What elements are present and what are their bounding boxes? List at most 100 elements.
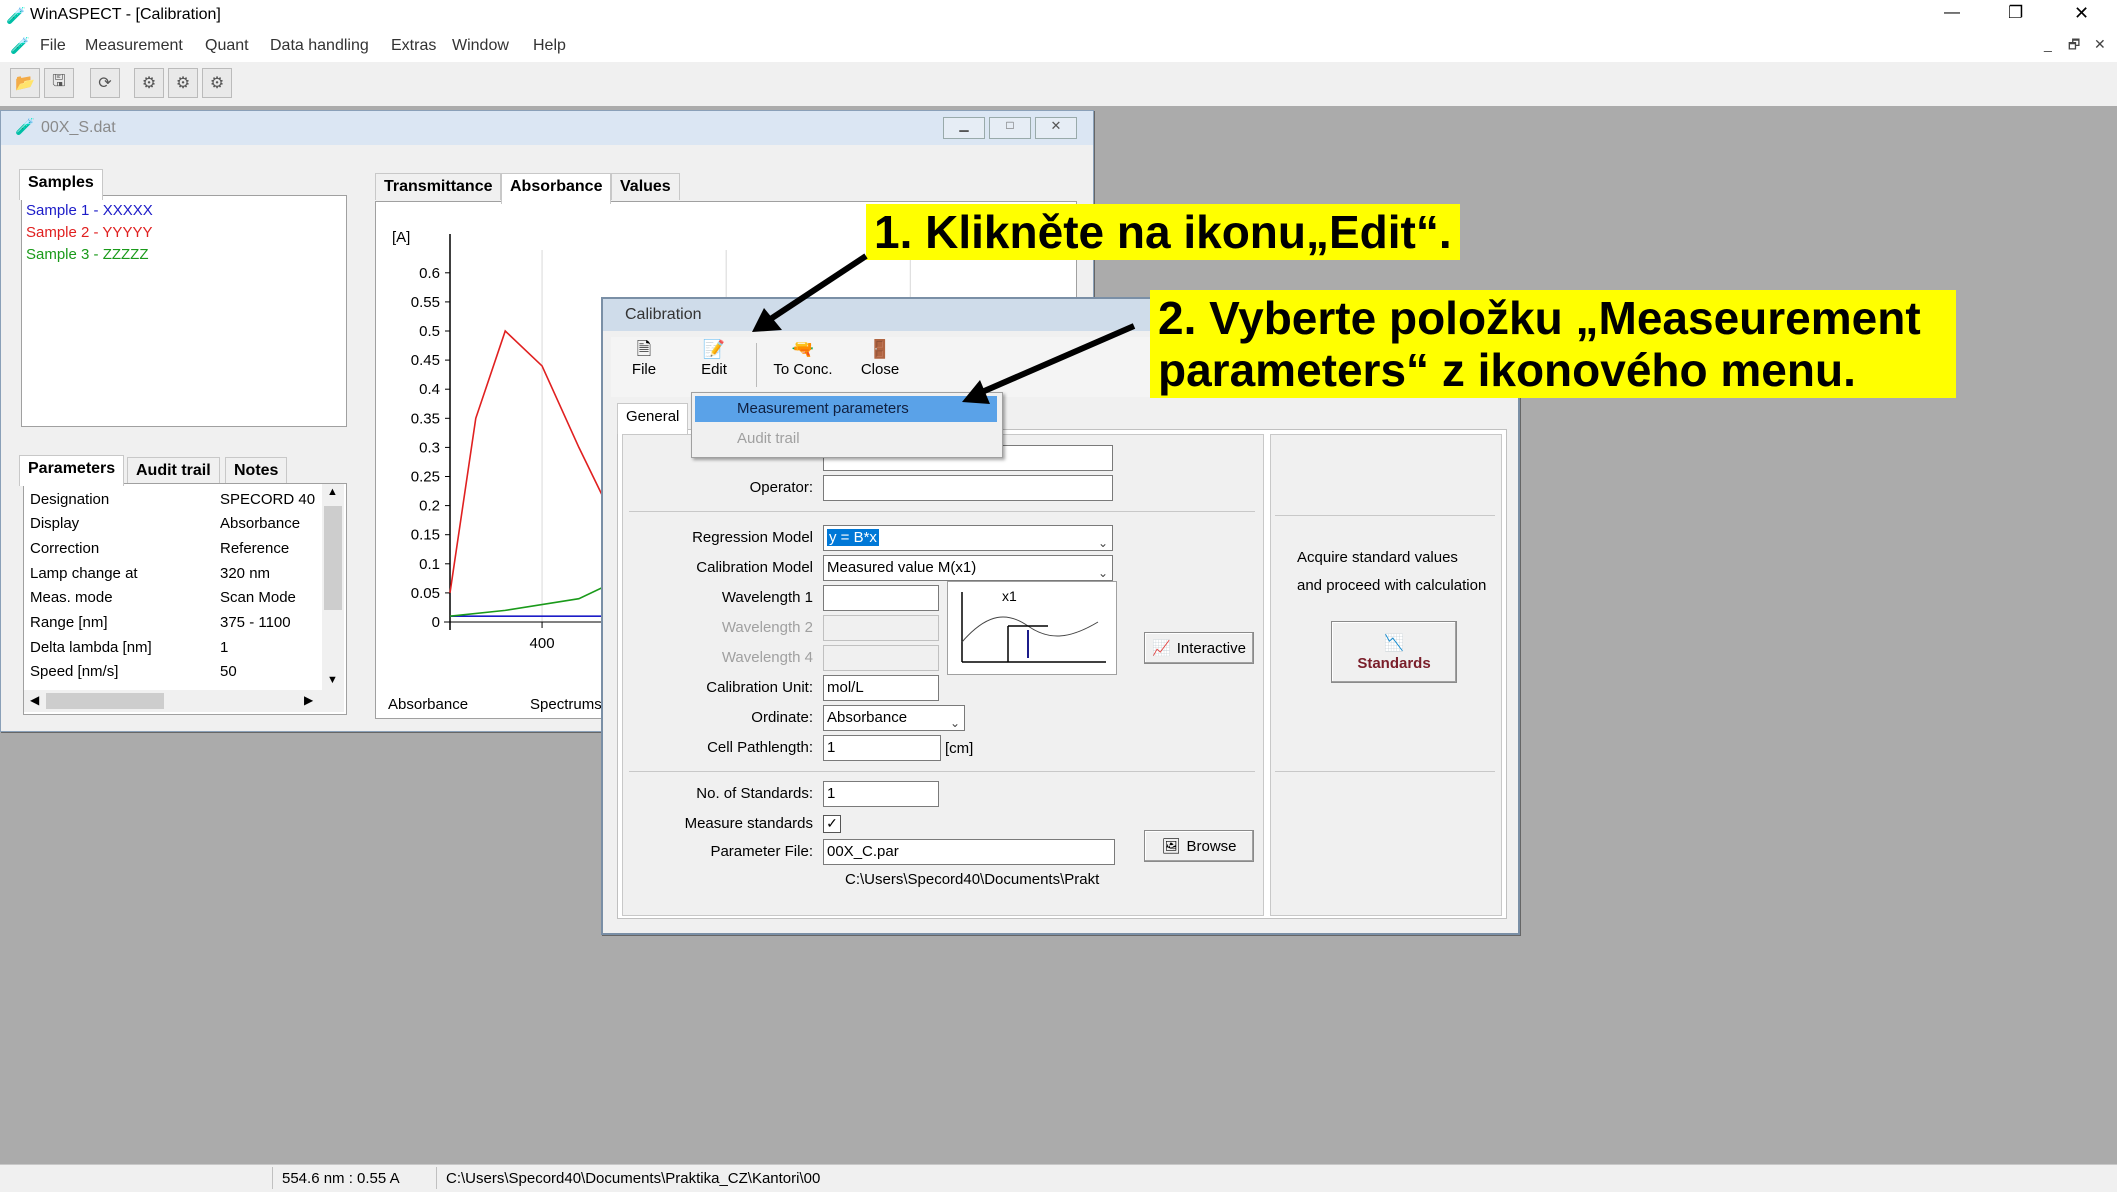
tab-parameters[interactable]: Parameters — [19, 455, 125, 486]
ribbon-separator — [756, 343, 757, 387]
unit-label: Calibration Unit: — [706, 679, 813, 696]
operator-field[interactable] — [823, 475, 1113, 501]
scroll-thumb[interactable] — [324, 506, 342, 610]
meas3-icon[interactable]: ⚙ — [202, 68, 232, 98]
sample-window-titlebar: 🧪 00X_S.dat ▁ □ ✕ — [1, 111, 1093, 145]
calibration-model-select[interactable]: Measured value M(x1) ⌄ — [823, 555, 1113, 581]
interactive-button[interactable]: 📈 Interactive — [1144, 632, 1254, 664]
menu-help[interactable]: Help — [533, 37, 566, 55]
menu-item-measurement-parameters[interactable]: Measurement parameters — [695, 396, 997, 422]
meas1-icon[interactable]: ⚙ — [134, 68, 164, 98]
param-file-field[interactable]: 00X_C.par — [823, 839, 1115, 865]
wavelength1-label: Wavelength 1 — [721, 589, 813, 606]
callout-step-2-line1: 2. Vyberte položku „Measeurement — [1158, 292, 1921, 344]
param-row: Speed [nm/s] 50 — [28, 660, 318, 684]
window-title: WinASPECT - [Calibration] — [30, 6, 221, 23]
divider — [629, 771, 1255, 772]
param-file-path: C:\Users\Specord40\Documents\Prakt — [845, 871, 1100, 888]
param-key: Delta lambda [nm] — [30, 639, 152, 656]
regression-label: Regression Model — [692, 529, 813, 546]
edit-button[interactable]: 📝 Edit — [685, 337, 743, 393]
menu-data-handling[interactable]: Data handling — [270, 37, 369, 55]
to-conc-icon: 🔫 — [791, 339, 815, 359]
tab-transmittance[interactable]: Transmittance — [375, 173, 502, 200]
wavelength1-field[interactable] — [823, 585, 939, 611]
tab-samples[interactable]: Samples — [19, 169, 103, 200]
app-icon: 🧪 — [6, 8, 26, 25]
chart-ytick-label: 0.15 — [411, 527, 440, 544]
sample-window-title: 00X_S.dat — [41, 119, 116, 136]
ordinate-select[interactable]: Absorbance ⌄ — [823, 705, 965, 731]
menu-quant[interactable]: Quant — [205, 37, 249, 55]
tab-general[interactable]: General — [617, 403, 689, 434]
measurement-parameters-label: Measurement parameters — [737, 400, 909, 417]
param-key: Display — [30, 515, 80, 532]
browse-label: Browse — [1186, 837, 1237, 855]
acquire-text-2: and proceed with calculation — [1297, 577, 1487, 594]
divider — [629, 511, 1255, 512]
file-button[interactable]: 🗎 File — [615, 337, 673, 393]
mdi-restore-button[interactable]: 🗗 — [2068, 36, 2080, 58]
operator-label: Operator: — [749, 479, 813, 496]
status-divider — [436, 1167, 437, 1189]
scroll-left-icon[interactable]: ◀ — [30, 693, 39, 707]
meas2-icon[interactable]: ⚙ — [168, 68, 198, 98]
param-file-label: Parameter File: — [710, 843, 813, 860]
unit-field[interactable]: mol/L — [823, 675, 939, 701]
chevron-down-icon: ⌄ — [1097, 536, 1108, 550]
save-icon[interactable]: 🖫 — [44, 68, 74, 98]
param-value: 375 - 1100 — [220, 614, 291, 631]
horizontal-scrollbar[interactable]: ◀ ▶ — [24, 690, 344, 712]
measure-standards-checkbox[interactable]: ✓ — [823, 815, 841, 833]
mdi-close-button[interactable]: ✕ — [2094, 36, 2106, 53]
menu-window[interactable]: Window — [452, 37, 509, 55]
sample-item[interactable]: Sample 3 - ZZZZZ — [26, 246, 149, 263]
restore-button[interactable]: ❐ — [2008, 3, 2023, 23]
sample-maximize-button[interactable]: □ — [989, 117, 1031, 139]
to-conc-button[interactable]: 🔫 To Conc. — [763, 337, 843, 393]
sample-item[interactable]: Sample 1 - XXXXX — [26, 202, 153, 219]
param-value: 50 — [220, 663, 237, 680]
pathlength-unit: [cm] — [945, 740, 974, 757]
vertical-scrollbar[interactable]: ▲ ▼ — [322, 484, 344, 690]
sample-minimize-button[interactable]: ▁ — [943, 117, 985, 139]
chart-ytick-label: 0.45 — [411, 352, 440, 369]
edit-dropdown-menu: Measurement parameters Audit trail — [691, 392, 1003, 458]
param-value: Reference — [220, 540, 290, 557]
menu-measurement[interactable]: Measurement — [85, 37, 183, 55]
close-window-button[interactable]: ✕ — [2074, 3, 2089, 24]
wavelength4-label: Wavelength 4 — [721, 649, 813, 666]
sample-close-button[interactable]: ✕ — [1035, 117, 1077, 139]
menu-extras[interactable]: Extras — [391, 37, 436, 55]
mdi-minimize-button[interactable]: _ — [2044, 36, 2052, 52]
minimize-button[interactable]: — — [1944, 4, 1960, 22]
parameters-panel: Parameters Audit trail Notes Designation… — [15, 441, 351, 721]
open-icon[interactable]: 📂 — [10, 68, 40, 98]
scroll-right-icon[interactable]: ▶ — [304, 693, 313, 707]
to-conc-label: To Conc. — [773, 361, 833, 378]
tab-absorbance[interactable]: Absorbance — [501, 173, 612, 204]
refresh-icon[interactable]: ⟳ — [90, 68, 120, 98]
param-key: Meas. mode — [30, 589, 113, 606]
tab-notes[interactable]: Notes — [225, 457, 288, 484]
wavelength-graph-svg — [961, 592, 1106, 663]
scroll-down-icon[interactable]: ▼ — [327, 674, 338, 686]
regression-select[interactable]: y = B*x ⌄ — [823, 525, 1113, 551]
sample-item[interactable]: Sample 2 - YYYYY — [26, 224, 152, 241]
param-value: 1 — [220, 639, 229, 656]
scroll-up-icon[interactable]: ▲ — [327, 486, 338, 498]
param-row: Designation SPECORD 40 — [28, 488, 318, 512]
menu-file[interactable]: File — [40, 37, 66, 55]
close-button[interactable]: 🚪 Close — [849, 337, 911, 393]
tab-audit-trail[interactable]: Audit trail — [127, 457, 220, 484]
param-value: 320 nm — [220, 565, 271, 582]
tab-values[interactable]: Values — [611, 173, 680, 200]
standards-box: Acquire standard values and proceed with… — [1270, 434, 1502, 916]
standards-count-field[interactable]: 1 — [823, 781, 939, 807]
browse-button[interactable]: 🖼 Browse — [1144, 830, 1254, 862]
measure-standards-label: Measure standards — [684, 815, 813, 832]
standards-button[interactable]: 📉 Standards — [1331, 621, 1457, 683]
wavelength2-field — [823, 615, 939, 641]
scroll-hthumb[interactable] — [46, 693, 164, 709]
pathlength-field[interactable]: 1 — [823, 735, 941, 761]
